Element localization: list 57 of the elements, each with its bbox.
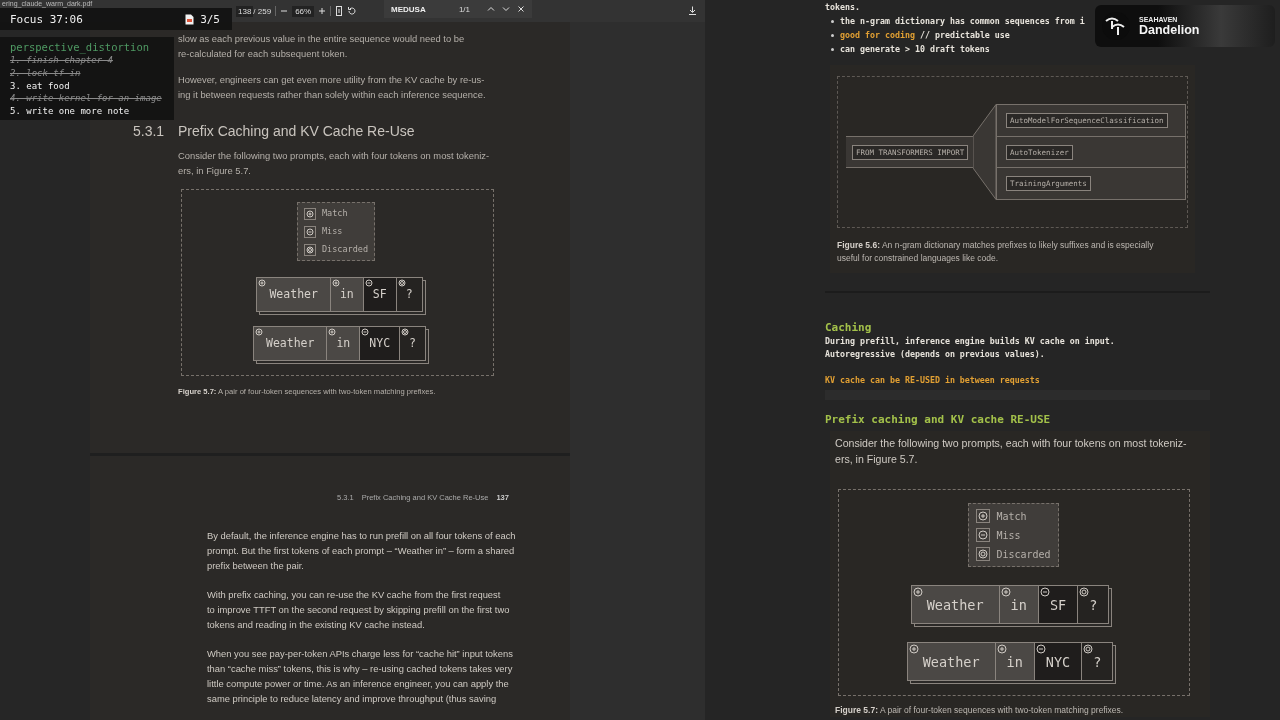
paragraph: However, engineers can get even more utility from the KV cache by re-us- ing it between requests rather than solely within each inference sequence.	[178, 73, 487, 102]
token-text: Weather	[265, 336, 315, 351]
note-text: KV cache can be RE-USED in between requests	[825, 374, 1041, 387]
legend-label: Match	[321, 207, 348, 220]
match-count: 1/1	[458, 4, 470, 14]
section-title: Prefix Caching and KV Cache Re-Use	[178, 122, 415, 140]
note-heading: Caching	[825, 321, 873, 335]
legend-label: Miss	[321, 225, 343, 238]
todo-title: perspective_distortion	[10, 41, 151, 54]
token-text: NYC	[1045, 653, 1071, 670]
figure-caption: Figure 5.6: An n-gram dictionary matches prefixes to likely suffixes and is especially useful for constrained languages like code.	[837, 239, 1155, 265]
token-text: in	[1006, 653, 1023, 670]
note-text: good for coding	[840, 29, 915, 42]
paragraph: With prefix caching, you can re-use the KV cache from the first request to improve TTFT on the second request by skipping prefill on the first two tokens and reading in the existing KV cache instead.	[207, 588, 511, 632]
token-text: Weather	[926, 596, 984, 613]
legend-label: Discarded	[996, 548, 1051, 560]
zoom-field[interactable]: 66%	[292, 5, 315, 17]
note-heading: Prefix caching and KV cache RE-USE	[825, 413, 1052, 427]
todo-item: 2. lock tf in	[10, 66, 82, 80]
note-text: the n-gram dictionary has common sequences from i	[840, 15, 1085, 28]
note-text: tokens.	[825, 1, 861, 14]
token-text: Weather	[922, 653, 980, 670]
token-text: ?	[1093, 653, 1102, 670]
todo-item: 5. write one more note	[10, 105, 131, 118]
paragraph: By default, the inference engine has to run prefill on all four tokens of each prompt. But the first tokens of each prompt – “Weather in” – form a shared prefix between the pair.	[207, 529, 517, 573]
paragraph: slow as each previous value in the entire sequence would need to be re-calculated for each subsequent token.	[178, 32, 466, 61]
page-total: / 259	[253, 6, 272, 16]
note-text: During prefill, inference engine builds KV cache on input.	[825, 335, 1116, 348]
token-text: Weather	[269, 287, 318, 302]
section-number: 5.3.1	[133, 122, 166, 140]
note-text: can generate > 10 draft tokens	[840, 43, 990, 56]
token-text: ?	[405, 287, 413, 302]
token-text: SF	[372, 287, 387, 302]
badge-title: Dandelion	[1139, 22, 1200, 37]
token-text: ?	[1089, 596, 1098, 613]
session-count: 3/5	[200, 12, 220, 26]
token-text: ?	[409, 336, 416, 351]
note-text: Autoregressive (depends on previous values).	[825, 348, 1046, 361]
page-field[interactable]: 138	[236, 5, 254, 17]
legend-label: Discarded	[321, 243, 369, 256]
note-text: // predictable use	[919, 29, 1010, 42]
token-text: NYC	[369, 336, 391, 351]
todo-item: 4. write kernel for an image	[10, 92, 163, 106]
token-text: in	[339, 287, 354, 302]
paragraph: Consider the following two prompts, each with four tokens on most tokeniz- ers, in Figure 5.7.	[835, 436, 1188, 467]
figure-caption: Figure 5.7: A pair of four-token sequences with two-token matching prefixes.	[835, 704, 1125, 717]
timer-text: Focus 37:06	[10, 12, 83, 26]
token-text: in	[1010, 596, 1027, 613]
legend-label: Miss	[996, 529, 1021, 541]
paragraph: Consider the following two prompts, each with four tokens on most tokeniz- ers, in Figure 5.7.	[178, 149, 491, 178]
todo-item: 1. finish chapter 4	[10, 54, 114, 67]
token-text: SF	[1049, 596, 1067, 613]
todo-item: 3. eat food	[10, 79, 71, 93]
paragraph: When you see pay-per-token APIs charge less for “cache hit” input tokens than “cache miss” tokens, this is why – re-using cached tokens takes very little compute power or time. As an inference engineer, you can apply the same principle to reduce latency and improve throughput (thus saving	[207, 647, 514, 706]
token-text: in	[336, 336, 351, 351]
legend-label: Match	[996, 510, 1027, 522]
search-field[interactable]: MEDUSA	[391, 4, 452, 14]
